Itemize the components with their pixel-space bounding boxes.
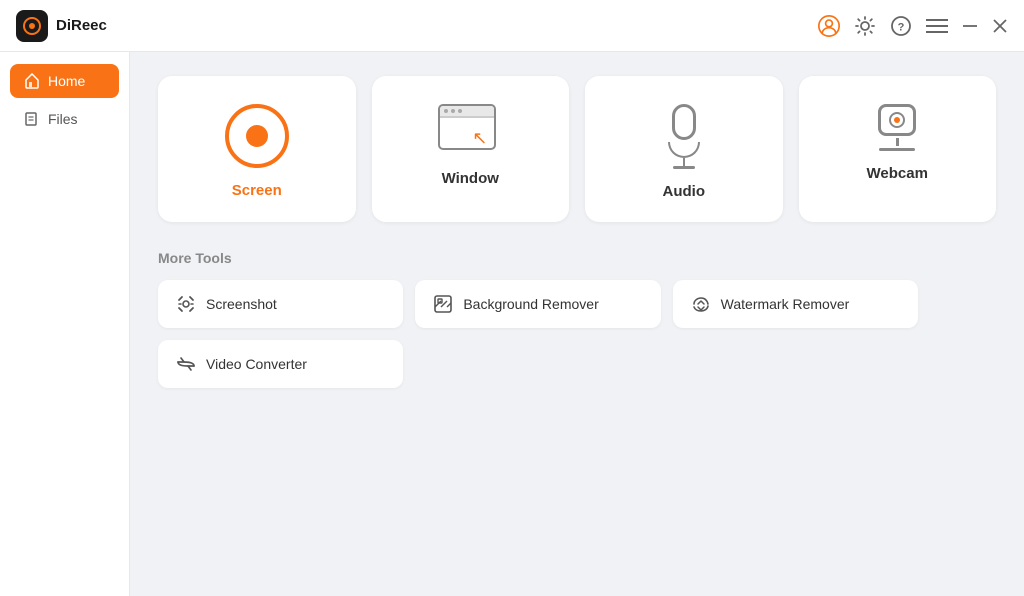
main-layout: Home Files Screen	[0, 52, 1024, 596]
app-logo-icon	[16, 10, 48, 42]
more-tools-section: More Tools Screenshot	[158, 250, 996, 388]
close-button[interactable]	[992, 18, 1008, 34]
sidebar-files-label: Files	[48, 111, 78, 127]
screen-label: Screen	[232, 182, 282, 199]
video-converter-label: Video Converter	[206, 356, 307, 372]
mode-cards: Screen ↖ Window	[158, 76, 996, 222]
background-remover-icon	[433, 294, 453, 314]
titlebar-controls: ?	[818, 15, 1008, 37]
watermark-remover-icon	[691, 294, 711, 314]
menu-icon[interactable]	[926, 15, 948, 37]
sidebar-item-home[interactable]: Home	[10, 64, 119, 98]
settings-icon[interactable]	[854, 15, 876, 37]
video-converter-icon	[176, 354, 196, 374]
audio-record-icon	[668, 104, 700, 169]
mode-card-webcam[interactable]: Webcam	[799, 76, 997, 222]
home-icon	[24, 73, 40, 89]
audio-label: Audio	[663, 183, 706, 200]
more-tools-label: More Tools	[158, 250, 996, 266]
minimize-button[interactable]	[962, 18, 978, 34]
app-title: DiReec	[56, 17, 818, 34]
files-icon	[24, 111, 40, 127]
sidebar-home-label: Home	[48, 73, 85, 89]
tool-background-remover[interactable]: Background Remover	[415, 280, 660, 328]
tool-video-converter[interactable]: Video Converter	[158, 340, 403, 388]
webcam-record-icon	[878, 104, 916, 151]
window-label: Window	[442, 170, 499, 187]
webcam-label: Webcam	[867, 165, 928, 182]
sidebar: Home Files	[0, 52, 130, 596]
screenshot-icon	[176, 294, 196, 314]
tool-watermark-remover[interactable]: Watermark Remover	[673, 280, 918, 328]
mode-card-screen[interactable]: Screen	[158, 76, 356, 222]
window-record-icon: ↖	[438, 104, 502, 156]
svg-text:?: ?	[898, 21, 905, 33]
mode-card-window[interactable]: ↖ Window	[372, 76, 570, 222]
help-icon[interactable]: ?	[890, 15, 912, 37]
mode-card-audio[interactable]: Audio	[585, 76, 783, 222]
screenshot-label: Screenshot	[206, 296, 277, 312]
watermark-remover-label: Watermark Remover	[721, 296, 850, 312]
sidebar-item-files[interactable]: Files	[10, 102, 119, 136]
tools-grid: Screenshot Background Remover	[158, 280, 918, 388]
tool-screenshot[interactable]: Screenshot	[158, 280, 403, 328]
background-remover-label: Background Remover	[463, 296, 598, 312]
screen-record-icon	[225, 104, 289, 168]
content-area: Screen ↖ Window	[130, 52, 1024, 596]
titlebar: DiReec ?	[0, 0, 1024, 52]
profile-icon[interactable]	[818, 15, 840, 37]
